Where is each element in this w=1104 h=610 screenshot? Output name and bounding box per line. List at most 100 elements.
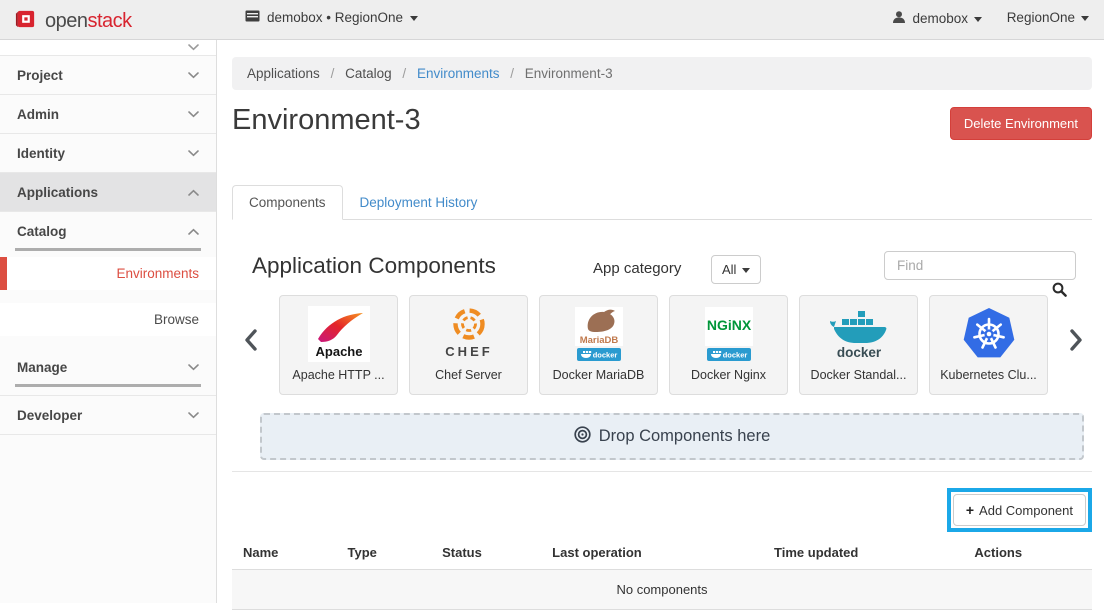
- project-region-switcher[interactable]: demobox • RegionOne: [245, 10, 418, 25]
- nginx-docker-logo-icon: NGiNX docker: [670, 304, 787, 364]
- table-header-row: Name Type Status Last operation Time upd…: [232, 536, 1092, 570]
- add-component-button[interactable]: + Add Component: [953, 494, 1086, 526]
- carousel-next-button[interactable]: [1070, 329, 1083, 356]
- breadcrumb: Applications / Catalog / Environments / …: [232, 57, 1092, 90]
- svg-text:NGiNX: NGiNX: [706, 317, 751, 333]
- chevron-up-icon: [188, 189, 199, 196]
- column-header-time-updated: Time updated: [766, 536, 966, 570]
- breadcrumb-catalog: Catalog: [345, 66, 392, 81]
- sidebar-item-label: Project: [17, 68, 63, 83]
- sidebar-item-label: Environments: [116, 266, 199, 281]
- component-card-chef[interactable]: CHEF Chef Server: [409, 295, 528, 395]
- chevron-down-icon: [974, 17, 982, 22]
- component-cards: Apache Apache HTTP ... CHEF Chef Server: [279, 295, 1048, 395]
- context-label: demobox • RegionOne: [267, 10, 403, 25]
- breadcrumb-separator: /: [510, 66, 514, 81]
- column-header-actions: Actions: [966, 536, 1092, 570]
- app-category-dropdown[interactable]: All: [711, 255, 761, 284]
- sidebar-item-identity[interactable]: Identity: [0, 134, 216, 173]
- add-component-label: Add Component: [979, 503, 1073, 518]
- sidebar-item-applications[interactable]: Applications: [0, 173, 216, 212]
- breadcrumb-separator: /: [402, 66, 406, 81]
- plus-icon: +: [966, 502, 974, 518]
- region-label: RegionOne: [1007, 10, 1075, 25]
- svg-text:Apache: Apache: [315, 344, 362, 359]
- sidebar-item-catalog[interactable]: Catalog: [0, 212, 216, 251]
- table-empty-row: No components: [232, 570, 1092, 610]
- chevron-down-icon: [188, 150, 199, 157]
- sidebar: Project Admin Identity Applications Cata…: [0, 40, 217, 603]
- chevron-down-icon: [1081, 16, 1089, 21]
- sidebar-item-developer[interactable]: Developer: [0, 396, 216, 435]
- column-header-status: Status: [434, 536, 544, 570]
- sidebar-item-label: Catalog: [17, 224, 67, 239]
- breadcrumb-applications: Applications: [247, 66, 320, 81]
- breadcrumb-environments-link[interactable]: Environments: [417, 66, 500, 81]
- drop-zone-label: Drop Components here: [599, 427, 771, 446]
- drop-components-zone[interactable]: Drop Components here: [260, 413, 1084, 460]
- tab-deployment-history[interactable]: Deployment History: [343, 185, 495, 220]
- chevron-down-icon: [188, 72, 199, 79]
- user-menu[interactable]: demobox: [892, 10, 982, 27]
- svg-text:docker: docker: [722, 351, 747, 360]
- chevron-down-icon: [188, 412, 199, 419]
- delete-environment-button[interactable]: Delete Environment: [950, 107, 1092, 140]
- domain-icon: [245, 10, 260, 25]
- sidebar-item-environments[interactable]: Environments: [0, 257, 216, 290]
- svg-text:docker: docker: [592, 351, 617, 360]
- table-actions-row: + Add Component: [232, 488, 1092, 532]
- sidebar-item-label: Developer: [17, 408, 82, 423]
- component-card-label: Docker Nginx: [670, 368, 787, 382]
- openstack-logo[interactable]: openstack: [14, 7, 132, 35]
- app-category-label: App category: [593, 260, 681, 277]
- brand-open: open: [45, 10, 88, 32]
- find-input[interactable]: [884, 251, 1076, 280]
- component-card-docker-nginx[interactable]: NGiNX docker Docker Nginx: [669, 295, 788, 395]
- chevron-down-icon: [742, 268, 750, 273]
- carousel-previous-button[interactable]: [244, 329, 257, 356]
- component-card-label: Docker MariaDB: [540, 368, 657, 382]
- component-card-label: Kubernetes Clu...: [930, 368, 1047, 382]
- docker-logo-icon: docker: [800, 304, 917, 364]
- component-card-apache[interactable]: Apache Apache HTTP ...: [279, 295, 398, 395]
- region-menu[interactable]: RegionOne: [1007, 10, 1089, 25]
- chevron-up-icon: [188, 228, 199, 235]
- kubernetes-logo-icon: [930, 304, 1047, 364]
- sidebar-item-label: Identity: [17, 146, 65, 161]
- svg-text:CHEF: CHEF: [445, 344, 492, 359]
- sidebar-item-browse[interactable]: Browse: [0, 303, 216, 336]
- tab-components[interactable]: Components: [232, 185, 343, 220]
- user-label: demobox: [912, 11, 968, 26]
- tab-bar: Components Deployment History: [232, 185, 1092, 220]
- chevron-down-icon: [188, 364, 199, 371]
- topbar: openstack demobox • RegionOne demobox Re…: [0, 0, 1104, 40]
- application-components-heading: Application Components: [252, 253, 496, 279]
- section-divider: [232, 471, 1092, 472]
- sidebar-item-label: Applications: [17, 185, 98, 200]
- sidebar-item-manage[interactable]: Manage: [0, 348, 216, 387]
- chevron-down-icon: [410, 16, 418, 21]
- empty-message: No components: [232, 570, 1092, 610]
- svg-text:docker: docker: [836, 345, 881, 360]
- chevron-down-icon: [188, 111, 199, 118]
- component-card-docker-standalone[interactable]: docker Docker Standal...: [799, 295, 918, 395]
- component-card-docker-mariadb[interactable]: MariaDB docker Docker MariaDB: [539, 295, 658, 395]
- openstack-cube-icon: [14, 7, 37, 35]
- components-carousel: Apache Apache HTTP ... CHEF Chef Server: [232, 295, 1092, 395]
- components-table: Name Type Status Last operation Time upd…: [232, 536, 1092, 610]
- sidebar-top-strip: [0, 40, 216, 56]
- mariadb-docker-logo-icon: MariaDB docker: [540, 304, 657, 364]
- sidebar-item-admin[interactable]: Admin: [0, 95, 216, 134]
- user-icon: [892, 10, 906, 27]
- chef-logo-icon: CHEF: [410, 304, 527, 364]
- page-header: Environment-3 Delete Environment: [232, 104, 1092, 150]
- main-content: Applications / Catalog / Environments / …: [232, 40, 1092, 610]
- add-component-highlight: + Add Component: [947, 488, 1092, 532]
- column-header-name: Name: [232, 536, 340, 570]
- breadcrumb-current: Environment-3: [525, 66, 613, 81]
- component-card-kubernetes[interactable]: Kubernetes Clu...: [929, 295, 1048, 395]
- sidebar-item-label: Admin: [17, 107, 59, 122]
- brand-text: openstack: [45, 10, 132, 33]
- sidebar-item-project[interactable]: Project: [0, 56, 216, 95]
- chevron-down-icon: [188, 44, 199, 51]
